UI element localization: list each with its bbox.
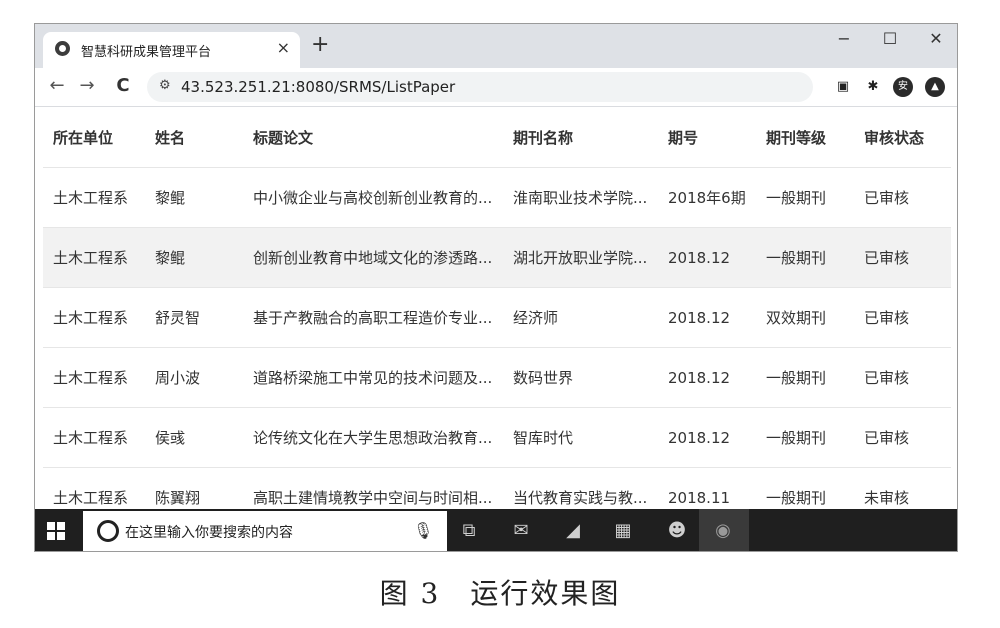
cortana-icon[interactable] bbox=[97, 520, 119, 542]
task-view-icon[interactable]: ⧉ bbox=[455, 517, 483, 545]
chrome-browser-icon[interactable]: ◉ bbox=[709, 517, 737, 545]
cell-review-status: 已审核 bbox=[854, 227, 951, 288]
qq-penguin-icon[interactable]: ☻ bbox=[663, 517, 691, 545]
taskbar-search-box[interactable]: 在这里输入你要搜索的内容 🎙 bbox=[83, 511, 447, 551]
cell-paper-title: 创新创业教育中地域文化的渗透路... bbox=[243, 227, 503, 288]
forward-button[interactable]: → bbox=[75, 74, 99, 98]
cell-department: 土木工程系 bbox=[43, 167, 145, 228]
column-header[interactable]: 期号 bbox=[658, 107, 756, 168]
cell-review-status: 已审核 bbox=[854, 347, 951, 408]
cell-issue: 2018.11 bbox=[658, 467, 756, 507]
browser-toolbar: ← → C ⚙ 43.523.251.21:8080/SRMS/ListPape… bbox=[35, 68, 957, 107]
mail-icon[interactable]: ✉ bbox=[507, 517, 535, 545]
column-header[interactable]: 姓名 bbox=[145, 107, 243, 168]
cell-review-status: 已审核 bbox=[854, 407, 951, 468]
tab-strip: 智慧科研成果管理平台 × + − ☐ ✕ bbox=[35, 24, 957, 68]
table-row[interactable]: 土木工程系 舒灵智 基于产教融合的高职工程造价专业... 经济师 2018.12 双效期刊… bbox=[43, 287, 951, 348]
column-header[interactable]: 期刊名称 bbox=[503, 107, 658, 168]
cell-journal-name: 当代教育实践与教... bbox=[503, 467, 658, 507]
cell-issue: 2018.12 bbox=[658, 347, 756, 408]
cell-paper-title: 中小微企业与高校创新创业教育的... bbox=[243, 167, 503, 228]
cell-paper-title: 道路桥梁施工中常见的技术问题及... bbox=[243, 347, 503, 408]
browser-tab[interactable]: 智慧科研成果管理平台 × bbox=[43, 32, 300, 68]
cell-journal-level: 一般期刊 bbox=[756, 467, 854, 507]
figure-caption: 图 3 运行效果图 bbox=[379, 577, 621, 610]
table-row[interactable]: 土木工程系 黎鲲 创新创业教育中地域文化的渗透路... 湖北开放职业学院... 2018… bbox=[43, 227, 951, 288]
cell-issue: 2018.12 bbox=[658, 287, 756, 348]
cell-review-status: 未审核 bbox=[854, 467, 951, 507]
microphone-icon[interactable]: 🎙 bbox=[413, 521, 433, 540]
table-row[interactable]: 土木工程系 侯彧 论传统文化在大学生思想政治教育... 智库时代 2018.12 一般期刊… bbox=[43, 407, 951, 468]
cell-author: 黎鲲 bbox=[145, 227, 243, 288]
cell-department: 土木工程系 bbox=[43, 287, 145, 348]
shell-app-icon[interactable]: ◢ bbox=[559, 517, 587, 545]
cell-issue: 2018年6期 bbox=[658, 167, 756, 228]
cell-journal-name: 数码世界 bbox=[503, 347, 658, 408]
cell-journal-level: 一般期刊 bbox=[756, 227, 854, 288]
cell-author: 周小波 bbox=[145, 347, 243, 408]
puzzle-extensions-icon[interactable]: ✱ bbox=[863, 77, 883, 97]
column-header[interactable]: 期刊等级 bbox=[756, 107, 854, 168]
column-header[interactable]: 审核状态 bbox=[854, 107, 951, 168]
cell-journal-level: 一般期刊 bbox=[756, 407, 854, 468]
cell-journal-name: 淮南职业技术学院... bbox=[503, 167, 658, 228]
cell-review-status: 已审核 bbox=[854, 167, 951, 228]
address-bar[interactable]: ⚙ 43.523.251.21:8080/SRMS/ListPaper bbox=[147, 72, 813, 102]
reload-button[interactable]: C bbox=[111, 74, 135, 98]
cell-paper-title: 论传统文化在大学生思想政治教育... bbox=[243, 407, 503, 468]
table-header-row: 所在单位 姓名 标题论文 期刊名称 期号 期刊等级 审核状态 bbox=[43, 107, 951, 168]
page-content: 所在单位 姓名 标题论文 期刊名称 期号 期刊等级 审核状态 土木工程系 黎鲲 中小微企业与高校… bbox=[35, 107, 957, 507]
cell-journal-name: 经济师 bbox=[503, 287, 658, 348]
tab-title: 智慧科研成果管理平台 bbox=[81, 45, 212, 60]
table-row[interactable]: 土木工程系 黎鲲 中小微企业与高校创新创业教育的... 淮南职业技术学院... 2018… bbox=[43, 167, 951, 228]
extension-icon[interactable]: ▣ bbox=[833, 77, 853, 97]
cell-author: 陈翼翔 bbox=[145, 467, 243, 507]
cell-paper-title: 高职土建情境教学中空间与时间相... bbox=[243, 467, 503, 507]
paper-list-table: 所在单位 姓名 标题论文 期刊名称 期号 期刊等级 审核状态 土木工程系 黎鲲 中小微企业与高校… bbox=[43, 107, 951, 507]
profile-avatar[interactable]: 安 bbox=[893, 77, 913, 97]
taskbar-search-placeholder[interactable]: 在这里输入你要搜索的内容 bbox=[125, 522, 293, 542]
screenshot-frame: 智慧科研成果管理平台 × + − ☐ ✕ ← → C ⚙ 43.523.251.… bbox=[34, 23, 958, 552]
column-header[interactable]: 标题论文 bbox=[243, 107, 503, 168]
table-row[interactable]: 土木工程系 周小波 道路桥梁施工中常见的技术问题及... 数码世界 2018.12 一般期… bbox=[43, 347, 951, 408]
window-maximize-button[interactable]: ☐ bbox=[867, 26, 913, 52]
window-minimize-button[interactable]: − bbox=[821, 26, 867, 52]
cell-department: 土木工程系 bbox=[43, 467, 145, 507]
cell-department: 土木工程系 bbox=[43, 347, 145, 408]
cell-department: 土木工程系 bbox=[43, 227, 145, 288]
site-info-icon[interactable]: ⚙ bbox=[159, 79, 173, 93]
cell-review-status: 已审核 bbox=[854, 287, 951, 348]
windows-start-icon[interactable] bbox=[47, 522, 65, 540]
url-text[interactable]: 43.523.251.21:8080/SRMS/ListPaper bbox=[181, 78, 455, 96]
cell-paper-title: 基于产教融合的高职工程造价专业... bbox=[243, 287, 503, 348]
tab-close-icon[interactable]: × bbox=[277, 38, 290, 58]
site-favicon-icon bbox=[55, 41, 70, 56]
cell-journal-name: 智库时代 bbox=[503, 407, 658, 468]
cell-author: 侯彧 bbox=[145, 407, 243, 468]
cell-department: 土木工程系 bbox=[43, 407, 145, 468]
new-tab-button[interactable]: + bbox=[311, 33, 329, 57]
cell-issue: 2018.12 bbox=[658, 407, 756, 468]
window-close-button[interactable]: ✕ bbox=[913, 26, 957, 52]
cell-journal-name: 湖北开放职业学院... bbox=[503, 227, 658, 288]
table-body: 土木工程系 黎鲲 中小微企业与高校创新创业教育的... 淮南职业技术学院... 2018… bbox=[43, 167, 951, 507]
cell-journal-level: 双效期刊 bbox=[756, 287, 854, 348]
cell-author: 黎鲲 bbox=[145, 167, 243, 228]
cell-journal-level: 一般期刊 bbox=[756, 167, 854, 228]
cell-author: 舒灵智 bbox=[145, 287, 243, 348]
windows-taskbar: 在这里输入你要搜索的内容 🎙 ⧉ ✉ ◢ ▦ ☻ ◉ bbox=[35, 509, 957, 551]
table-row[interactable]: 土木工程系 陈翼翔 高职土建情境教学中空间与时间相... 当代教育实践与教... 201… bbox=[43, 467, 951, 507]
back-button[interactable]: ← bbox=[45, 74, 69, 98]
store-bag-icon[interactable]: ▦ bbox=[609, 517, 637, 545]
cell-issue: 2018.12 bbox=[658, 227, 756, 288]
update-menu-icon[interactable]: ▲ bbox=[925, 77, 945, 97]
cell-journal-level: 一般期刊 bbox=[756, 347, 854, 408]
column-header[interactable]: 所在单位 bbox=[43, 107, 145, 168]
